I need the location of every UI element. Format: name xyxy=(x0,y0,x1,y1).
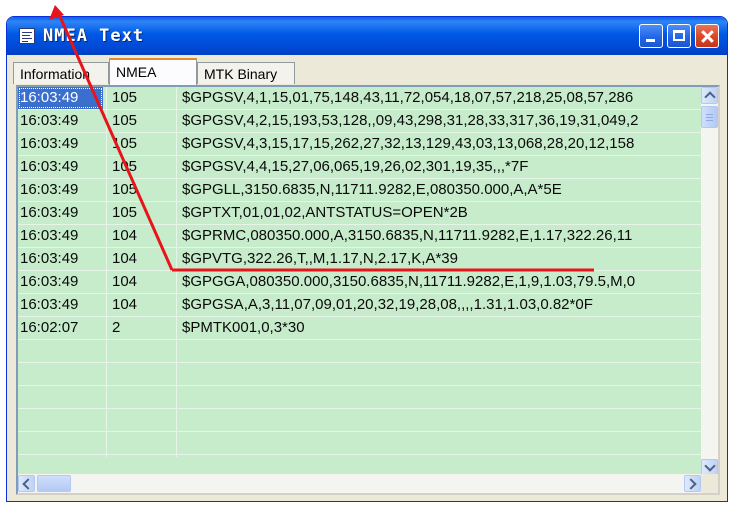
table-row[interactable]: 16:03:49 105 $GPTXT,01,01,02,ANTSTATUS=OPE… xyxy=(18,202,701,225)
table-row[interactable] xyxy=(18,340,701,363)
cell-message: $GPGSV,4,2,15,193,53,128,,09,43,298,31,2… xyxy=(182,112,639,129)
cell-message: $GPGSV,4,3,15,17,15,262,27,32,13,129,43,… xyxy=(182,135,635,152)
table-row[interactable]: 16:02:07 2 $PMTK001,0,3*30 xyxy=(18,317,701,340)
scroll-left-button[interactable] xyxy=(18,475,35,492)
cell-message: $GPGGA,080350.000,3150.6835,N,11711.9282… xyxy=(182,273,636,290)
cell-time xyxy=(18,409,103,431)
table-row[interactable]: 16:03:49 105 $GPGSV,4,2,15,193,53,128,,09,… xyxy=(18,110,701,133)
cell-id xyxy=(108,363,168,385)
maximize-icon xyxy=(668,25,690,47)
cell-time: 16:03:49 xyxy=(20,273,79,290)
cell-id: 105 xyxy=(112,112,138,129)
cell-time xyxy=(18,363,103,385)
scroll-up-button[interactable] xyxy=(701,87,718,104)
table-row[interactable]: 16:03:49 104 $GPRMC,080350.000,A,3150.6835… xyxy=(18,225,701,248)
cell-message: $GPTXT,01,01,02,ANTSTATUS=OPEN*2B xyxy=(182,204,468,221)
cell-message: $GPGSA,A,3,11,07,09,01,20,32,19,28,08,,,… xyxy=(182,296,593,313)
cell-message xyxy=(178,432,701,454)
cell-message xyxy=(178,363,701,385)
cell-id: 104 xyxy=(112,273,138,290)
cell-id xyxy=(108,386,168,408)
cell-id xyxy=(108,432,168,454)
cell-message: $GPRMC,080350.000,A,3150.6835,N,11711.92… xyxy=(182,227,633,244)
cell-time xyxy=(18,432,103,454)
cell-id: 105 xyxy=(112,158,138,175)
cell-time: 16:02:07 xyxy=(20,319,79,336)
minimize-icon xyxy=(640,25,662,47)
cell-id: 105 xyxy=(112,204,138,221)
cell-time: 16:03:49 xyxy=(20,158,79,175)
table-row[interactable]: 16:03:49 105 $GPGSV,4,3,15,17,15,262,27,32… xyxy=(18,133,701,156)
table-row[interactable]: 16:03:49 104 $GPVTG,322.26,T,,M,1.17,N,2.1… xyxy=(18,248,701,271)
cell-time: 16:03:49 xyxy=(20,135,79,152)
table-row[interactable] xyxy=(18,432,701,455)
vertical-scroll-thumb[interactable] xyxy=(701,106,718,128)
horizontal-scrollbar[interactable] xyxy=(18,474,701,493)
cell-id: 104 xyxy=(112,227,138,244)
cell-id xyxy=(108,409,168,431)
horizontal-scroll-thumb[interactable] xyxy=(37,475,71,492)
table-row[interactable] xyxy=(18,386,701,409)
close-button[interactable] xyxy=(695,24,719,48)
tab-nmea[interactable]: NMEA xyxy=(109,58,197,85)
cell-message: $PMTK001,0,3*30 xyxy=(182,319,305,336)
tab-mtk-binary[interactable]: MTK Binary xyxy=(197,62,295,84)
cell-time: 16:03:49 xyxy=(18,87,103,109)
cell-time xyxy=(18,386,103,408)
window-title: NMEA Text xyxy=(43,26,145,46)
vertical-scrollbar[interactable] xyxy=(701,87,718,476)
maximize-button[interactable] xyxy=(667,24,691,48)
chevron-up-icon xyxy=(702,88,717,103)
tab-strip: Information NMEA MTK Binary xyxy=(11,57,723,85)
chevron-left-icon xyxy=(19,476,34,491)
cell-time: 16:03:49 xyxy=(20,204,79,221)
cell-time xyxy=(18,340,103,362)
cell-id: 104 xyxy=(112,296,138,313)
cell-id: 105 xyxy=(112,135,138,152)
scrollbar-corner xyxy=(701,474,718,493)
cell-message: $GPGSV,4,1,15,01,75,148,43,11,72,054,18,… xyxy=(182,89,634,106)
cell-time: 16:03:49 xyxy=(20,250,79,267)
cell-id: 105 xyxy=(112,181,138,198)
nmea-text-window: NMEA Text Information NMEA MTK Binary 16… xyxy=(6,16,728,502)
cell-message xyxy=(178,409,701,431)
scroll-right-button[interactable] xyxy=(684,475,701,492)
table-row[interactable] xyxy=(18,409,701,432)
cell-message xyxy=(178,340,701,362)
nmea-message-list[interactable]: 16:03:49 105 $GPGSV,4,1,15,01,75,148,43,11… xyxy=(16,85,720,495)
document-icon xyxy=(19,28,35,44)
cell-id: 105 xyxy=(112,89,138,106)
cell-time: 16:03:49 xyxy=(20,112,79,129)
cell-id xyxy=(108,340,168,362)
minimize-button[interactable] xyxy=(639,24,663,48)
chevron-down-icon xyxy=(702,460,717,475)
table-row[interactable]: 16:03:49 104 $GPGSA,A,3,11,07,09,01,20,32,… xyxy=(18,294,701,317)
table-row[interactable]: 16:03:49 104 $GPGGA,080350.000,3150.6835,N… xyxy=(18,271,701,294)
table-row[interactable] xyxy=(18,363,701,386)
table-row[interactable]: 16:03:49 105 $GPGSV,4,4,15,27,06,065,19,26… xyxy=(18,156,701,179)
cell-message: $GPVTG,322.26,T,,M,1.17,N,2.17,K,A*39 xyxy=(182,250,458,267)
table-row[interactable]: 16:03:49 105 $GPGLL,3150.6835,N,11711.9282… xyxy=(18,179,701,202)
cell-id: 104 xyxy=(112,250,138,267)
cell-message: $GPGLL,3150.6835,N,11711.9282,E,080350.0… xyxy=(182,181,562,198)
cell-message xyxy=(178,386,701,408)
table-row[interactable]: 16:03:49 105 $GPGSV,4,1,15,01,75,148,43,11… xyxy=(18,87,701,110)
cell-id: 2 xyxy=(112,319,121,336)
cell-time: 16:03:49 xyxy=(20,227,79,244)
cell-time: 16:03:49 xyxy=(20,181,79,198)
cell-time: 16:03:49 xyxy=(20,296,79,313)
chevron-right-icon xyxy=(685,476,700,491)
title-bar[interactable]: NMEA Text xyxy=(7,17,727,55)
tab-information[interactable]: Information xyxy=(13,62,109,84)
close-icon xyxy=(696,25,718,47)
cell-message: $GPGSV,4,4,15,27,06,065,19,26,02,301,19,… xyxy=(182,158,529,175)
